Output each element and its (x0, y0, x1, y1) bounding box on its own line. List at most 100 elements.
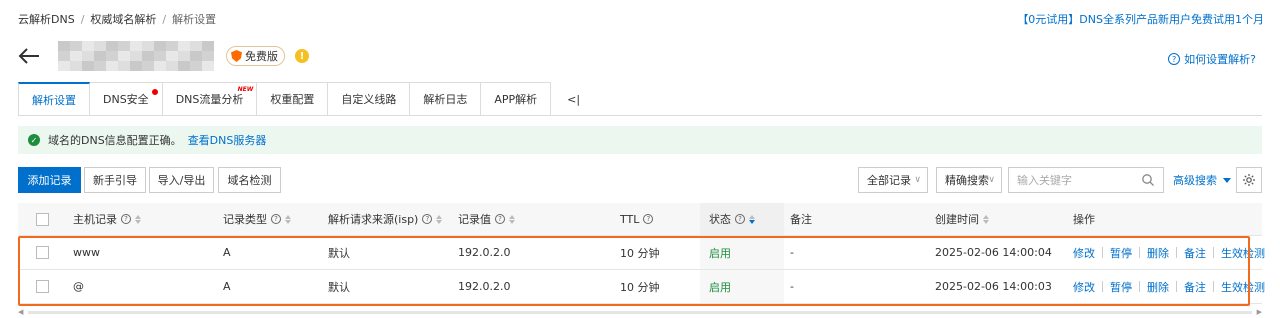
tab-traffic-analysis[interactable]: DNS流量分析 NEW (162, 82, 258, 116)
tab-label: DNS流量分析 (175, 93, 244, 106)
keyword-search-input[interactable]: 输入关键字 (1008, 167, 1164, 193)
help-icon[interactable]: ? (495, 214, 505, 224)
col-created-label: 创建时间 (935, 213, 979, 226)
help-icon[interactable]: ? (121, 214, 131, 224)
search-mode-select[interactable]: 精确搜索 ∨ (936, 167, 1002, 193)
tab-dns-log[interactable]: 解析日志 (410, 82, 482, 116)
beginner-guide-button[interactable]: 新手引导 (84, 167, 146, 193)
effect-check-link[interactable]: 生效检测 (1221, 245, 1265, 261)
tab-dns-settings[interactable]: 解析设置 (18, 82, 90, 116)
cell-host: www (73, 246, 100, 259)
col-ttl: TTL? (620, 203, 654, 235)
view-dns-servers-link[interactable]: 查看DNS服务器 (188, 132, 267, 148)
tab-custom-lines[interactable]: 自定义线路 (328, 82, 411, 116)
cell-remark: - (790, 280, 794, 293)
page-header: 免费版 ! (18, 41, 309, 71)
search-icon[interactable] (1141, 173, 1155, 187)
import-export-button[interactable]: 导入/导出 (149, 167, 214, 193)
col-value-label: 记录值 (458, 213, 491, 226)
col-status-label: 状态 (709, 213, 731, 226)
remark-link[interactable]: 备注 (1184, 279, 1206, 295)
warning-icon[interactable]: ! (295, 49, 309, 63)
new-tag: NEW (237, 86, 254, 93)
row-checkbox[interactable] (36, 270, 49, 303)
scrollbar-track[interactable] (28, 311, 1252, 314)
col-created[interactable]: 创建时间 (935, 203, 989, 235)
tab-label: 自定义线路 (341, 93, 397, 106)
col-status[interactable]: 状态? (709, 203, 755, 235)
help-icon[interactable]: ? (643, 214, 654, 224)
cell-host: @ (73, 280, 84, 293)
col-value[interactable]: 记录值? (458, 203, 515, 235)
plan-badge[interactable]: 免费版 (226, 46, 285, 66)
delete-link[interactable]: 删除 (1147, 279, 1169, 295)
edit-link[interactable]: 修改 (1073, 245, 1095, 261)
tab-weight-config[interactable]: 权重配置 (257, 82, 329, 116)
cell-status: 启用 (709, 280, 731, 294)
row-checkbox[interactable] (36, 236, 49, 269)
cell-isp: 默认 (328, 246, 350, 260)
caret-down-icon (1223, 177, 1231, 183)
tab-label: DNS安全 (103, 93, 149, 106)
dns-status-notice: ✓ 域名的DNS信息配置正确。 查看DNS服务器 (18, 126, 1262, 154)
col-isp[interactable]: 解析请求来源(isp)? (328, 203, 443, 235)
help-icon[interactable]: ? (422, 214, 433, 224)
row-actions: 修改 暂停 删除 备注 生效检测 (1073, 236, 1265, 269)
collapse-tabs-icon[interactable]: <| (551, 82, 580, 116)
cell-remark: - (790, 246, 794, 259)
table-row: www A 默认 192.0.2.0 10 分钟 启用 - 2025-02-06… (18, 236, 1265, 270)
scroll-left-icon[interactable]: ◀ (18, 309, 23, 316)
help-icon[interactable]: ? (271, 214, 281, 224)
pause-link[interactable]: 暂停 (1110, 279, 1132, 295)
cell-type: A (223, 246, 231, 259)
advanced-search-label: 高级搜索 (1173, 174, 1217, 187)
sort-icon[interactable] (135, 214, 141, 224)
cell-isp: 默认 (328, 280, 350, 294)
check-circle-icon: ✓ (28, 134, 40, 146)
advanced-search-link[interactable]: 高级搜索 (1173, 167, 1231, 193)
edit-link[interactable]: 修改 (1073, 279, 1095, 295)
col-host[interactable]: 主机记录? (73, 203, 141, 235)
breadcrumb-item-dns[interactable]: 云解析DNS (18, 11, 75, 27)
sort-icon[interactable] (509, 214, 515, 224)
table-settings-button[interactable] (1236, 167, 1262, 193)
tab-app-dns[interactable]: APP解析 (481, 82, 552, 116)
record-filter-select[interactable]: 全部记录 ∨ (858, 167, 928, 193)
cell-ttl: 10 分钟 (620, 246, 660, 260)
promo-link[interactable]: 【0元试用】DNS全系列产品新用户免费试用1个月 (1017, 11, 1264, 27)
gear-icon (1243, 174, 1255, 186)
record-filter-value: 全部记录 (867, 174, 911, 187)
chevron-down-icon: ∨ (988, 175, 995, 185)
help-icon[interactable]: ? (735, 214, 745, 224)
back-arrow-icon[interactable] (18, 46, 40, 66)
sort-icon[interactable] (983, 214, 989, 224)
effect-check-link[interactable]: 生效检测 (1221, 279, 1265, 295)
col-remark: 备注 (790, 203, 812, 235)
breadcrumb-item-current: 解析设置 (172, 13, 217, 26)
sort-icon[interactable] (436, 214, 443, 224)
add-record-button[interactable]: 添加记录 (18, 167, 81, 193)
breadcrumb-item-authoritative[interactable]: 权威域名解析 (90, 11, 156, 27)
sort-icon[interactable] (285, 214, 291, 224)
col-type[interactable]: 记录类型? (223, 203, 291, 235)
tab-label: 解析设置 (32, 93, 76, 107)
domain-name-blurred (58, 41, 214, 71)
scroll-right-icon[interactable]: ▶ (1257, 309, 1262, 316)
tab-dns-security[interactable]: DNS安全 (90, 82, 163, 116)
domain-check-button[interactable]: 域名检测 (218, 167, 281, 193)
delete-link[interactable]: 删除 (1147, 245, 1169, 261)
breadcrumb: 云解析DNS / 权威域名解析 / 解析设置 (18, 11, 216, 27)
plan-badge-label: 免费版 (245, 50, 278, 63)
tab-label: 权重配置 (270, 93, 315, 106)
cell-created: 2025-02-06 14:00:04 (935, 246, 1052, 259)
col-ops: 操作 (1073, 203, 1095, 235)
pause-link[interactable]: 暂停 (1110, 245, 1132, 261)
horizontal-scrollbar[interactable]: ◀ ▶ (18, 309, 1262, 316)
help-link[interactable]: ? 如何设置解析? (1168, 51, 1256, 67)
notice-text: 域名的DNS信息配置正确。 (48, 134, 182, 147)
select-all-checkbox[interactable] (36, 203, 49, 235)
breadcrumb-separator: / (162, 12, 167, 26)
remark-link[interactable]: 备注 (1184, 245, 1206, 261)
sort-icon[interactable] (749, 214, 755, 224)
dns-records-table: 主机记录? 记录类型? 解析请求来源(isp)? 记录值? TTL? 状态? 备… (18, 203, 1265, 304)
